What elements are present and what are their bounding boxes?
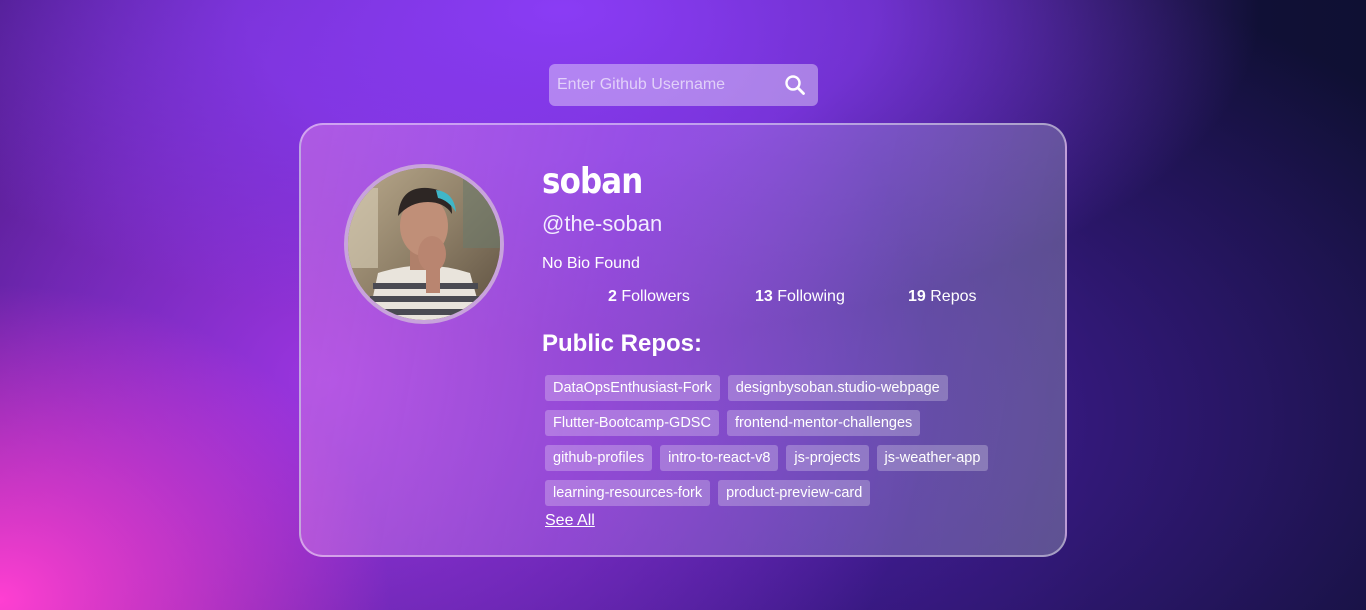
see-all-link[interactable]: See All: [545, 512, 595, 530]
search-bar: [549, 64, 818, 106]
avatar: [344, 164, 504, 324]
repo-row: DataOpsEnthusiast-Fork designbysoban.stu…: [545, 375, 1045, 401]
repo-row: github-profiles intro-to-react-v8 js-pro…: [545, 445, 1045, 471]
profile-info: soban @the-soban No Bio Found 2 Follower…: [542, 157, 1042, 506]
profile-stats: 2 Followers 13 Following 19 Repos: [542, 288, 1042, 312]
stat-label: Following: [777, 288, 845, 305]
avatar-photo: [348, 168, 500, 320]
profile-bio: No Bio Found: [542, 255, 640, 272]
repo-row: learning-resources-fork product-preview-…: [545, 480, 1045, 506]
profile-name: soban: [542, 161, 643, 202]
stat-label: Followers: [621, 288, 690, 305]
stat-following: 13 Following: [755, 288, 845, 306]
repos-title: Public Repos:: [542, 330, 703, 357]
repo-tag[interactable]: js-weather-app: [876, 445, 989, 471]
repo-tag[interactable]: frontend-mentor-challenges: [726, 410, 921, 436]
search-input[interactable]: [557, 64, 780, 106]
stat-followers: 2 Followers: [608, 288, 690, 306]
repo-tag[interactable]: DataOpsEnthusiast-Fork: [545, 375, 720, 401]
repo-tag[interactable]: learning-resources-fork: [545, 480, 711, 506]
repo-tag[interactable]: Flutter-Bootcamp-GDSC: [545, 410, 719, 436]
stat-label: Repos: [930, 288, 977, 305]
repo-tag[interactable]: intro-to-react-v8: [660, 445, 779, 471]
repo-tag[interactable]: product-preview-card: [718, 480, 871, 506]
repo-tag[interactable]: designbysoban.studio-webpage: [727, 375, 948, 401]
repo-row: Flutter-Bootcamp-GDSC frontend-mentor-ch…: [545, 410, 1045, 436]
stat-count: 2: [608, 288, 617, 305]
repo-tag[interactable]: github-profiles: [545, 445, 653, 471]
stat-count: 13: [755, 288, 773, 305]
stat-repos: 19 Repos: [908, 288, 977, 306]
repo-list: DataOpsEnthusiast-Fork designbysoban.stu…: [545, 375, 1045, 515]
repo-tag[interactable]: js-projects: [786, 445, 869, 471]
profile-card: soban @the-soban No Bio Found 2 Follower…: [299, 123, 1067, 557]
stat-count: 19: [908, 288, 926, 305]
search-icon[interactable]: [780, 70, 810, 100]
profile-handle: @the-soban: [542, 211, 663, 236]
